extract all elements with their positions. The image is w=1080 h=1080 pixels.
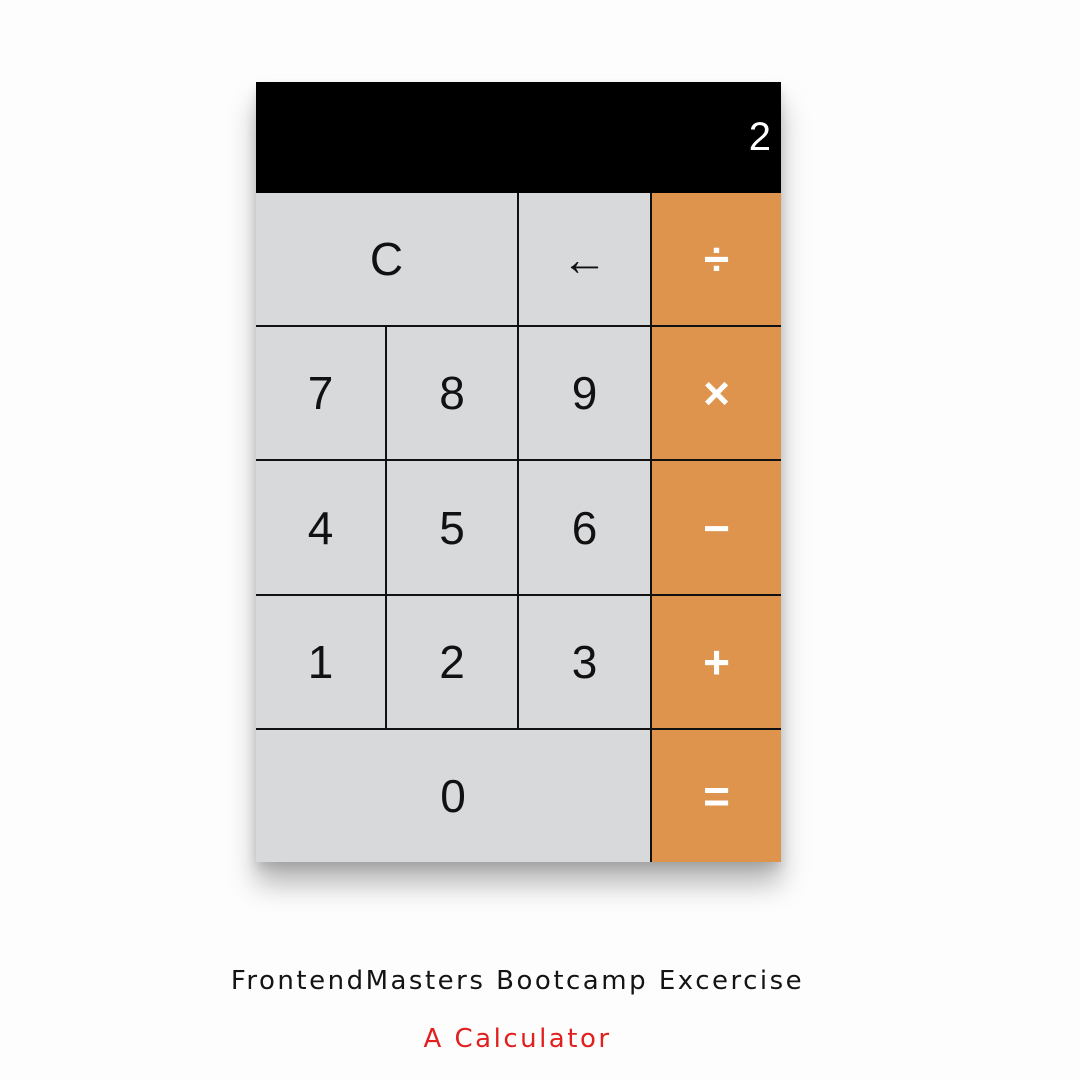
calculator: 2 C ← ÷ 7 8 9 × 4 5 6 − 1 2 3 + 0 =	[256, 82, 781, 862]
multiply-button[interactable]: ×	[650, 327, 781, 461]
digit-5-button[interactable]: 5	[387, 461, 519, 596]
digit-4-button[interactable]: 4	[256, 461, 387, 596]
digit-9-button[interactable]: 9	[519, 327, 650, 461]
equals-button[interactable]: =	[650, 730, 781, 862]
plus-button[interactable]: +	[650, 596, 781, 730]
clear-button[interactable]: C	[256, 193, 519, 327]
caption-title: FrontendMasters Bootcamp Excercise	[230, 966, 805, 996]
digit-0-button[interactable]: 0	[256, 730, 650, 862]
page: 2 C ← ÷ 7 8 9 × 4 5 6 − 1 2 3 + 0 = Fron…	[0, 0, 1080, 1080]
digit-7-button[interactable]: 7	[256, 327, 387, 461]
caption-subtitle: A Calculator	[423, 1024, 612, 1054]
digit-3-button[interactable]: 3	[519, 596, 650, 730]
digit-8-button[interactable]: 8	[387, 327, 519, 461]
digit-1-button[interactable]: 1	[256, 596, 387, 730]
backspace-button[interactable]: ←	[519, 193, 650, 327]
minus-button[interactable]: −	[650, 461, 781, 596]
calculator-display: 2	[256, 82, 781, 193]
digit-2-button[interactable]: 2	[387, 596, 519, 730]
digit-6-button[interactable]: 6	[519, 461, 650, 596]
divide-button[interactable]: ÷	[650, 193, 781, 327]
